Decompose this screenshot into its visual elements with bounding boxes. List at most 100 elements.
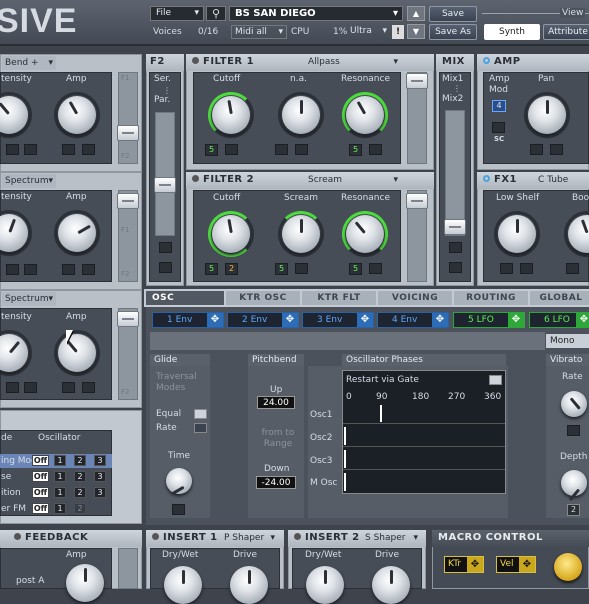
phase-marker[interactable] <box>344 427 346 445</box>
mod-slot[interactable] <box>82 382 95 393</box>
off-toggle[interactable]: Off <box>32 487 49 498</box>
mod-slot[interactable] <box>275 144 288 155</box>
power-icon[interactable] <box>152 533 159 540</box>
pan-knob[interactable] <box>528 96 566 134</box>
off-toggle[interactable]: Off <box>32 503 49 514</box>
down-value[interactable]: -24.00 <box>256 476 296 489</box>
na-knob[interactable] <box>282 96 320 134</box>
env-slot-4[interactable]: 4 Env ✥ <box>377 312 449 328</box>
mod-slot[interactable] <box>369 144 382 155</box>
phase-marker[interactable] <box>344 473 346 491</box>
f1-f2-slider[interactable] <box>117 72 139 164</box>
quality-select[interactable]: Ultra ▾ <box>348 25 388 39</box>
off-toggle[interactable]: Off <box>32 471 49 482</box>
mod-slot[interactable] <box>369 263 382 274</box>
mod-amount[interactable]: 5 <box>205 144 218 156</box>
amp-knob[interactable] <box>58 96 96 134</box>
off-toggle[interactable]: Off <box>32 455 49 466</box>
macro-slot-ktr[interactable]: KTr ✥ <box>444 556 484 573</box>
macro-slot-vel[interactable]: Vel ✥ <box>496 556 536 573</box>
power-icon[interactable] <box>294 533 301 540</box>
low-shelf-knob[interactable] <box>498 215 536 253</box>
power-icon[interactable] <box>14 533 21 540</box>
up-value[interactable]: 24.00 <box>257 396 295 409</box>
equal-checkbox[interactable] <box>194 409 207 419</box>
mod-slot[interactable] <box>530 144 543 155</box>
slider-thumb[interactable] <box>444 219 466 235</box>
mod-slot[interactable] <box>295 144 308 155</box>
mod-slot[interactable] <box>449 262 462 273</box>
cutoff-knob[interactable] <box>212 215 250 253</box>
osc-num[interactable]: 2 <box>74 487 86 498</box>
view-tab-synth[interactable]: Synth <box>484 24 540 40</box>
mod-slot[interactable] <box>62 382 75 393</box>
tab-ktr-osc[interactable]: KTR OSC <box>226 291 300 305</box>
drag-icon[interactable]: ✥ <box>508 313 524 327</box>
slider-thumb[interactable] <box>117 125 139 141</box>
f2-slider[interactable] <box>117 308 139 400</box>
filter2-type-dropdown[interactable]: Scream ▾ <box>305 173 401 187</box>
rate-checkbox[interactable] <box>194 423 207 433</box>
mono-button[interactable]: Mono <box>546 334 589 348</box>
mod-slot[interactable] <box>24 144 37 155</box>
phase-row-3[interactable] <box>343 448 505 470</box>
mod-slot[interactable] <box>6 382 19 393</box>
power-icon[interactable] <box>483 57 490 64</box>
feedback-slider[interactable] <box>118 548 138 589</box>
phase-row-1[interactable] <box>343 403 505 424</box>
spectrum-dropdown[interactable]: Spectrum ▾ <box>2 292 56 306</box>
mod-slot[interactable] <box>295 263 308 274</box>
amp-mod-num[interactable]: 4 <box>492 100 506 112</box>
phase-marker[interactable] <box>380 405 382 422</box>
scream-knob[interactable] <box>282 215 320 253</box>
mod-amount[interactable]: 5 <box>349 263 362 275</box>
drive-knob[interactable] <box>230 566 268 604</box>
power-icon[interactable] <box>192 57 199 64</box>
mod-slot[interactable] <box>82 144 95 155</box>
lfo-slot-6[interactable]: 6 LFO ✥ <box>529 312 589 328</box>
mod-slot[interactable] <box>520 263 533 274</box>
phase-row-2[interactable] <box>343 425 505 447</box>
mod-slot[interactable] <box>6 264 19 275</box>
preset-up-button[interactable]: ▲ <box>407 6 425 21</box>
phase-row-4[interactable] <box>343 471 505 493</box>
drywet-knob[interactable] <box>306 566 344 604</box>
mod-slot[interactable] <box>159 262 172 273</box>
mod-slot[interactable] <box>566 263 579 274</box>
insert1-type-dropdown[interactable]: P Shaper ▾ <box>221 531 277 545</box>
tab-voicing[interactable]: VOICING <box>378 291 452 305</box>
slider-thumb[interactable] <box>117 193 139 209</box>
resonance-knob[interactable] <box>346 215 384 253</box>
drag-icon[interactable]: ✥ <box>432 313 448 327</box>
power-icon[interactable] <box>192 175 199 182</box>
macro-knob[interactable] <box>554 553 582 581</box>
feedback-amp-knob[interactable] <box>66 564 104 602</box>
slider-thumb[interactable] <box>406 193 428 209</box>
mod-amount[interactable]: 5 <box>349 144 362 156</box>
slider-thumb[interactable] <box>117 311 139 327</box>
mod-slot[interactable] <box>159 242 172 253</box>
mod-slot[interactable] <box>492 122 505 133</box>
power-icon[interactable] <box>483 175 490 182</box>
vibrato-num[interactable]: 2 <box>567 504 580 516</box>
filter1-type-dropdown[interactable]: Allpass ▾ <box>305 55 401 69</box>
bend-dropdown[interactable]: Bend + ▾ <box>2 56 56 70</box>
resonance-knob[interactable] <box>346 96 384 134</box>
slider-thumb[interactable] <box>406 73 428 89</box>
mod-slot[interactable] <box>449 242 462 253</box>
osc-num[interactable]: 1 <box>54 471 66 482</box>
f1-f2-slider[interactable] <box>117 190 139 282</box>
amp-knob[interactable] <box>58 214 96 252</box>
filter2-slider[interactable] <box>406 190 428 282</box>
osc-num[interactable]: 1 <box>54 487 66 498</box>
drag-icon[interactable]: ✥ <box>207 313 223 327</box>
mod-slot[interactable] <box>225 144 238 155</box>
ser-par-slider[interactable] <box>154 112 176 236</box>
drag-icon[interactable]: ✥ <box>357 313 373 327</box>
drag-icon[interactable]: ✥ <box>519 557 535 572</box>
fx1-type-dropdown[interactable]: C Tube <box>535 173 589 187</box>
mod-slot[interactable] <box>172 504 185 515</box>
osc-num[interactable]: 2 <box>74 503 86 514</box>
slider-thumb[interactable] <box>154 177 176 193</box>
osc-num[interactable]: 3 <box>94 455 106 466</box>
